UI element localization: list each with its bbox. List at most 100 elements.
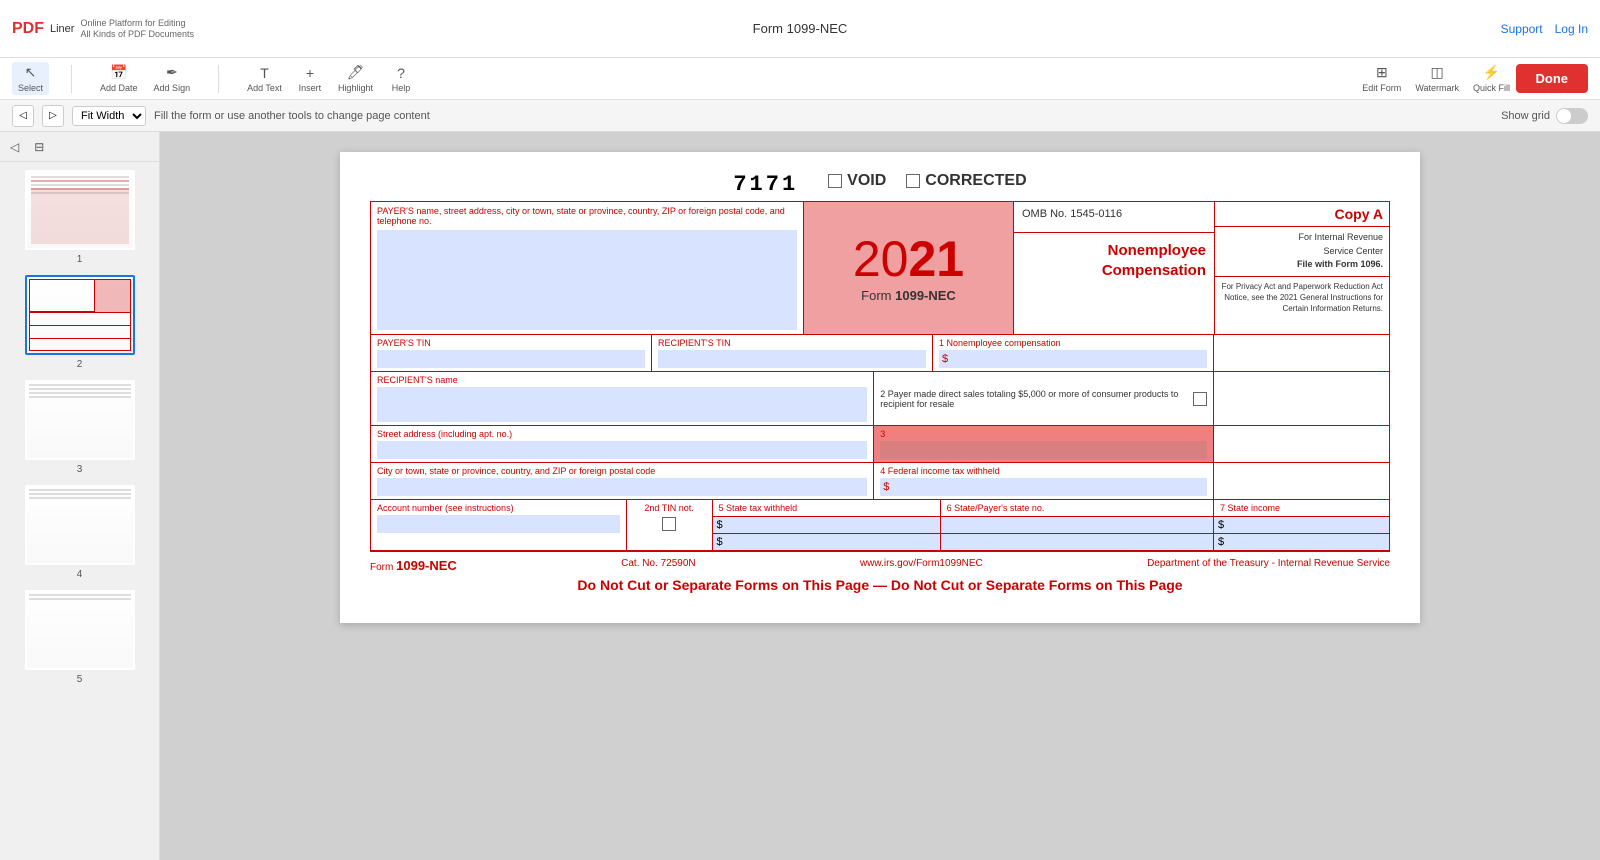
support-link[interactable]: Support — [1501, 22, 1543, 36]
sidebar-collapse-btn[interactable]: ◁ — [10, 140, 19, 154]
omb-nonemployee-section: OMB No. 1545-0116 Nonemployee Compensati… — [1014, 202, 1214, 334]
thumb-content-1 — [27, 172, 133, 248]
logo-tagline: Online Platform for Editing All Kinds of… — [80, 18, 194, 40]
done-button[interactable]: Done — [1516, 64, 1589, 93]
account-tin2-row: Account number (see instructions) 2nd TI… — [371, 500, 712, 550]
field5-header: 5 State tax withheld — [713, 500, 940, 517]
calendar-icon: 📅 — [110, 64, 127, 81]
toolbar-right-group: ⊞ Edit Form ◫ Watermark ⚡ Quick Fill — [1362, 64, 1510, 93]
page-thumb-1[interactable]: 1 — [8, 170, 151, 265]
field3-label: 3 — [880, 429, 1207, 439]
login-link[interactable]: Log In — [1555, 22, 1588, 36]
show-grid-toggle[interactable] — [1556, 108, 1588, 124]
tin2-checkbox[interactable] — [662, 517, 676, 531]
street-input[interactable] — [377, 441, 867, 459]
forward-nav-btn[interactable]: ▷ — [42, 105, 64, 127]
separator-2 — [218, 65, 219, 93]
field2-checkbox[interactable] — [1193, 392, 1207, 406]
page-thumb-3[interactable]: 3 — [8, 380, 151, 475]
payer-label: PAYER'S name, street address, city or to… — [377, 206, 785, 226]
field7-input2[interactable]: $ — [1214, 534, 1389, 550]
page-thumb-2[interactable]: 2 — [8, 275, 151, 370]
content-area: 7171 VOID CORRECTED — [160, 132, 1600, 860]
field4-label: 4 Federal income tax withheld — [880, 466, 1207, 476]
edit-form-btn[interactable]: ⊞ Edit Form — [1362, 64, 1401, 93]
field4-input-area[interactable]: $ — [880, 478, 1207, 496]
field5-dollar-2: $ — [717, 536, 723, 548]
thumb-payer-2 — [30, 280, 95, 312]
void-checkbox[interactable] — [828, 174, 842, 188]
right-spacer-4 — [1214, 463, 1389, 499]
field7-input1[interactable]: $ — [1214, 517, 1389, 534]
back-nav-btn[interactable]: ◁ — [12, 105, 34, 127]
city-label: City or town, state or province, country… — [377, 466, 867, 476]
field1-input-area[interactable]: $ — [939, 350, 1207, 368]
page-label-5: 5 — [77, 674, 83, 685]
corrected-label: CORRECTED — [925, 172, 1026, 190]
toolbar: ↖ Select 📅 Add Date ✒ Add Sign T Add Tex… — [0, 58, 1600, 100]
add-sign-tool[interactable]: ✒ Add Sign — [148, 62, 197, 95]
tin2-label: 2nd TIN not. — [633, 503, 706, 513]
select-tool[interactable]: ↖ Select — [12, 62, 49, 95]
thumb-fields-2 — [30, 312, 130, 351]
year-thin: 20 — [853, 231, 909, 287]
footer-form-name: Form 1099-NEC — [370, 558, 457, 573]
field3-row: Street address (including apt. no.) 3 — [371, 426, 1389, 463]
street-label: Street address (including apt. no.) — [377, 429, 867, 439]
field6-label: 6 State/Payer's state no. — [947, 503, 1045, 513]
account-state-combined: Account number (see instructions) 2nd TI… — [371, 500, 713, 550]
recipient-name-label: RECIPIENT'S name — [377, 375, 867, 385]
thumbnail-view-btn[interactable]: ⊟ — [27, 135, 51, 159]
payer-tin-cell: PAYER'S TIN — [371, 335, 652, 371]
barcode-area: 7171 — [733, 172, 798, 197]
zoom-select[interactable]: Fit Width 50% 75% 100% 125% — [72, 106, 146, 126]
field6-header: 6 State/Payer's state no. — [941, 500, 1213, 517]
account-input[interactable] — [377, 515, 620, 533]
field6-input1[interactable] — [941, 517, 1213, 534]
top-bar: PDF Liner Online Platform for Editing Al… — [0, 0, 1600, 58]
city-input[interactable] — [377, 478, 867, 496]
help-tool[interactable]: ? Help — [383, 63, 419, 95]
help-icon: ? — [397, 65, 405, 81]
omb-number: OMB No. 1545-0116 — [1022, 208, 1206, 220]
payer-tin-input[interactable] — [377, 350, 645, 368]
right-spacer-2 — [1214, 372, 1389, 425]
corrected-checkbox[interactable] — [906, 174, 920, 188]
tool-select-group: ↖ Select — [12, 62, 49, 95]
thumb-form-1 — [31, 188, 129, 244]
thumb-lines-4 — [29, 489, 131, 561]
page-thumb-4[interactable]: 4 — [8, 485, 151, 580]
field7-header: 7 State income — [1214, 500, 1389, 517]
highlight-tool[interactable]: 🖊 Highlight — [332, 62, 379, 95]
page-thumb-img-1 — [25, 170, 135, 250]
watermark-btn[interactable]: ◫ Watermark — [1415, 64, 1459, 93]
field5-input2[interactable]: $ — [713, 534, 940, 550]
quick-fill-btn[interactable]: ⚡ Quick Fill — [1473, 64, 1510, 93]
field3-cell: 3 — [874, 426, 1214, 462]
insert-icon: + — [306, 65, 314, 81]
add-date-tool[interactable]: 📅 Add Date — [94, 62, 144, 95]
page-thumb-5[interactable]: 5 — [8, 590, 151, 685]
field5-input1[interactable]: $ — [713, 517, 940, 534]
thumb-content-3 — [27, 382, 133, 458]
field6-input2[interactable] — [941, 534, 1213, 550]
recipient-name-input[interactable] — [377, 387, 867, 422]
sidebar-pages: 1 — [0, 162, 159, 860]
field1-label: 1 Nonemployee compensation — [939, 338, 1207, 348]
add-text-tool[interactable]: T Add Text — [241, 63, 288, 95]
thumb-lines-5 — [29, 594, 131, 666]
tool-text-group: T Add Text + Insert 🖊 Highlight ? Help — [241, 62, 419, 95]
select-icon: ↖ — [25, 64, 37, 81]
watermark-icon: ◫ — [1431, 64, 1444, 81]
void-corrected-area: VOID CORRECTED — [828, 172, 1026, 190]
insert-tool[interactable]: + Insert — [292, 63, 328, 95]
field4-cell: 4 Federal income tax withheld $ — [874, 463, 1214, 499]
field5-col: 5 State tax withheld $ $ — [713, 500, 941, 550]
payer-input-area[interactable] — [377, 230, 797, 330]
field3-input[interactable] — [880, 441, 1207, 459]
do-not-cut: Do Not Cut or Separate Forms on This Pag… — [370, 577, 1390, 593]
void-label: VOID — [847, 172, 886, 190]
field7-dollar-2: $ — [1218, 536, 1224, 548]
recipient-tin-input[interactable] — [658, 350, 926, 368]
footer-form-name-bold: 1099-NEC — [396, 558, 457, 573]
